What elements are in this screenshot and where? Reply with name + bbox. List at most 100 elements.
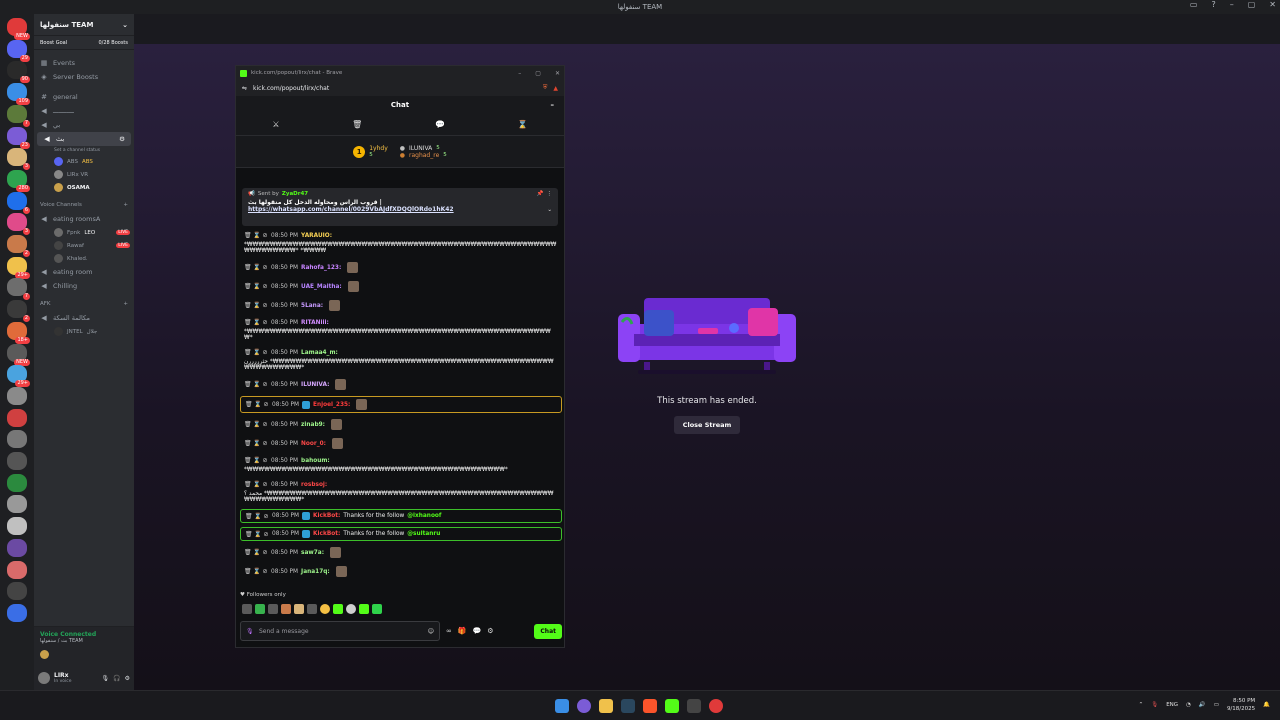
server-icon[interactable]: 3 [7,148,30,171]
chat-message[interactable]: 🗑 ⌛ ⊘ 08:50 PM zinab9: [240,417,562,432]
trash-icon[interactable]: 🗑 [244,349,252,356]
voice-location[interactable]: بث / سنفولها TEAM [40,638,128,644]
chat-message[interactable]: 🗑 ⌛ ⊘ 08:50 PM saw7a: [240,545,562,560]
server-header[interactable]: سنفولها TEAM ⌄ [34,14,134,36]
trash-icon[interactable]: 🗑 [245,401,253,408]
server-icon[interactable]: 2 [7,235,30,257]
message-icon[interactable]: 💬 [473,627,482,635]
brave-icon[interactable] [643,699,657,713]
top-gifter-second[interactable]: ● ILUNIVA 5 [400,145,447,152]
message-username[interactable]: RITANiii: [301,320,329,326]
channel-afk[interactable]: ◀ مكالمة السكة [34,311,134,325]
hourglass-icon[interactable]: ⌛ [253,457,260,464]
server-icon[interactable]: NEW [7,343,30,366]
channel-general[interactable]: # general [34,90,134,104]
voice-member[interactable]: Khaled. [34,252,134,265]
channel-chilling[interactable]: ◀ Chilling [34,279,134,293]
ban-icon[interactable]: ⊘ [262,283,268,290]
top-gifter-first[interactable]: 1 1yhdy 5 [353,145,388,158]
message-username[interactable]: UAE_Maitha: [301,284,342,290]
message-username[interactable]: YARAUIO: [301,233,332,239]
emote-6[interactable] [307,604,317,614]
emote-11[interactable] [372,604,382,614]
trash-icon[interactable]: 🗑 [244,302,252,309]
obs-icon[interactable] [709,699,723,713]
ban-icon[interactable]: ⊘ [262,568,268,575]
message-username[interactable]: KickBot: [313,513,340,519]
hourglass-icon[interactable]: ⌛ [253,232,260,239]
trash-icon[interactable]: 🗑 [244,568,252,575]
chat-message[interactable]: 🗑 ⌛ ⊘ 08:50 PM rosbsoj: محمد ؟ *₩₩₩₩₩₩₩₩₩₩₩₩₩… [240,479,562,505]
mic-icon[interactable]: 🎙 [1151,702,1158,708]
hourglass-icon[interactable]: ⌛ [518,120,528,129]
pinned-message[interactable]: 📢 Sent by ZyaDr47 📌 ⋮ قروب الراس ومحاوله… [242,188,558,226]
trash-icon[interactable]: 🗑 [352,120,362,129]
server-icon[interactable]: 109 [7,83,30,106]
hourglass-icon[interactable]: ⌛ [253,481,260,488]
server-icon[interactable] [7,430,27,449]
plus-icon[interactable]: + [123,301,128,307]
server-icon[interactable]: 7 [7,278,30,301]
settings-icon[interactable]: ⚙ [119,135,125,143]
voice-member[interactable]: LIRx VR [34,168,134,181]
hourglass-icon[interactable]: ⌛ [253,568,260,575]
url-text[interactable]: kick.com/popout/lirx/chat [253,85,329,92]
brave-shield-icon[interactable]: ⛨ [543,84,548,92]
server-icon[interactable]: 18+ [7,321,30,344]
close-icon[interactable]: ✕ [1269,0,1276,9]
address-bar[interactable]: ⇋ kick.com/popout/lirx/chat ⛨ ▲ [236,80,564,96]
maximize-icon[interactable]: ▢ [535,70,541,77]
emote-4[interactable] [281,604,291,614]
voice-member[interactable]: Fpnk LEO LIVE [34,226,134,239]
server-icon[interactable] [7,408,27,427]
ban-icon[interactable]: ⊘ [262,440,268,447]
hourglass-icon[interactable]: ⌛ [253,319,260,326]
minimize-icon[interactable]: – [518,70,521,77]
chat-message[interactable]: 🗑 ⌛ ⊘ 08:50 PM KickBot: Thanks for the follow… [240,527,562,541]
language-indicator[interactable]: ENG [1166,702,1178,708]
message-username[interactable]: Noor_0: [301,441,326,447]
server-icon[interactable]: 29 [7,39,30,62]
ban-icon[interactable]: ⊘ [263,513,269,520]
chat-message[interactable]: 🗑 ⌛ ⊘ 08:50 PM 5Lana: [240,298,562,313]
message-username[interactable]: Enjoel_235: [313,402,350,408]
mic-icon[interactable]: 🎙 [102,675,110,682]
trash-icon[interactable]: 🗑 [244,421,252,428]
server-icon[interactable] [7,473,27,492]
chat-message[interactable]: 🗑 ⌛ ⊘ 08:50 PM Enjoel_235: [240,396,562,413]
hourglass-icon[interactable]: ⌛ [254,531,261,538]
server-icon[interactable]: 29+ [7,365,30,388]
message-username[interactable]: saw7a: [301,550,324,556]
trash-icon[interactable]: 🗑 [244,549,252,556]
steam-icon[interactable] [621,699,635,713]
ban-icon[interactable]: ⊘ [262,457,268,464]
server-icon[interactable]: NEW [7,18,30,40]
collapse-icon[interactable]: – [551,101,555,109]
hourglass-icon[interactable]: ⌛ [254,401,261,408]
server-icon[interactable] [7,386,27,405]
server-icon[interactable] [7,538,27,557]
server-icon[interactable]: 90 [7,61,30,84]
message-username[interactable]: KickBot: [313,531,340,537]
voice-member[interactable]: OSAMA [34,181,134,194]
events-item[interactable]: ▦ Events [34,56,134,70]
channel-eating-room[interactable]: ◀ eating room [34,265,134,279]
pin-icon[interactable]: 📌 [537,191,544,197]
pinned-link[interactable]: https://whatsapp.com/channel/0029VbAJdfX… [248,206,454,213]
message-username[interactable]: Lamaa4_m: [301,350,338,356]
discord-icon[interactable] [577,699,591,713]
message-username[interactable]: Rahofa_123: [301,265,341,271]
trash-icon[interactable]: 🗑 [244,264,252,271]
hourglass-icon[interactable]: ⌛ [253,381,260,388]
chat-message[interactable]: 🗑 ⌛ ⊘ 08:50 PM Noor_0: [240,436,562,451]
message-username[interactable]: 5Lana: [301,303,323,309]
hourglass-icon[interactable]: ⌛ [254,513,261,520]
ban-icon[interactable]: ⊘ [262,264,268,271]
chevron-down-icon[interactable]: ⌄ [122,21,128,29]
ban-icon[interactable]: ⊘ [263,401,269,408]
top-gifter-third[interactable]: ● raghad_re 5 [400,152,447,159]
server-icon[interactable] [7,452,27,470]
channel-eating-roomsa[interactable]: ◀ eating roomsA [34,212,134,226]
avatar[interactable] [38,672,50,684]
more-options-icon[interactable]: ⋮ [547,191,553,197]
